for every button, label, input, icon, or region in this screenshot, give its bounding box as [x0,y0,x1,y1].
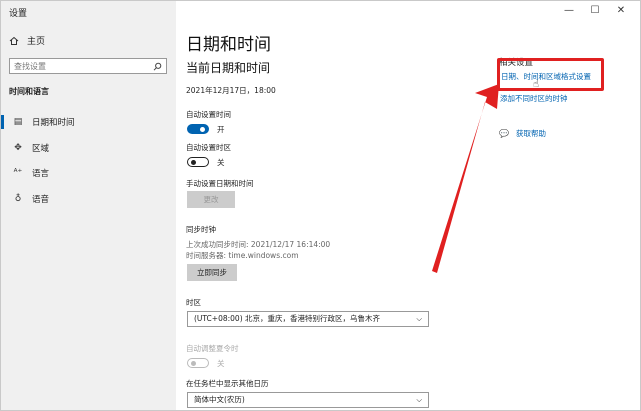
add-clocks-link[interactable]: 添加不同时区的时钟 [500,93,568,104]
section-heading: 时间和语言 [9,87,49,96]
home-label: 主页 [27,37,46,47]
search-placeholder: 查找设置 [14,61,46,71]
minimize-button[interactable]: — [556,3,582,19]
home-icon [9,36,19,45]
taskbar-calendar-value: 简体中文(农历) [194,395,245,404]
language-icon: ᴬ⁺ [13,168,23,178]
app-title: 设置 [9,9,28,19]
toggle-knob [200,126,205,132]
current-datetime: 2021年12月17日，18:00 [186,86,276,95]
maximize-button[interactable]: ☐ [582,3,608,19]
search-input[interactable]: 查找设置 [9,58,167,74]
region-icon: ✥ [14,143,22,153]
search-icon [153,62,162,71]
sidebar-item-speech[interactable]: ♁ 语音 [1,189,176,209]
main-pane: — ☐ ✕ 日期和时间 当前日期和时间 2021年12月17日，18:00 自动… [176,1,640,410]
sidebar-item-label: 区域 [32,144,50,154]
page-title: 日期和时间 [186,35,271,55]
toggle-knob [191,360,196,366]
auto-time-label: 自动设置时间 [186,110,231,119]
get-help-link[interactable]: 💬 获取帮助 [499,128,546,139]
auto-zone-toggle[interactable] [187,157,209,167]
sidebar-item-label: 语音 [32,195,50,205]
highlight-box [497,58,604,91]
dst-toggle[interactable] [187,358,209,368]
sync-last-time: 上次成功同步时间: 2021/12/17 16:14:00 [186,240,331,249]
settings-window: 设置 主页 查找设置 时间和语言 ▤ 日期和时间 ✥ 区域 ᴬ⁺ 语言 ♁ 语音… [0,0,641,411]
dst-state: 关 [217,359,225,368]
taskbar-calendar-label: 在任务栏中显示其他日历 [186,379,269,388]
sync-now-button[interactable]: 立即同步 [187,264,237,281]
current-datetime-heading: 当前日期和时间 [186,61,271,75]
get-help-label: 获取帮助 [515,129,546,138]
sidebar-item-label: 语言 [32,169,50,179]
sidebar-item-date-time[interactable]: ▤ 日期和时间 [1,112,176,132]
auto-time-state: 开 [217,125,225,134]
sync-server: 时间服务器: time.windows.com [186,251,299,260]
window-controls: — ☐ ✕ [556,3,634,19]
close-button[interactable]: ✕ [608,3,634,19]
sidebar: 设置 主页 查找设置 时间和语言 ▤ 日期和时间 ✥ 区域 ᴬ⁺ 语言 ♁ 语音 [1,1,176,410]
dst-label: 自动调整夏令时 [186,344,239,353]
manual-time-label: 手动设置日期和时间 [186,179,254,188]
calendar-icon: ▤ [13,117,23,127]
microphone-icon: ♁ [14,194,22,204]
taskbar-calendar-select[interactable]: 简体中文(农历) ⌵ [187,392,429,408]
timezone-value: (UTC+08:00) 北京，重庆，香港特别行政区，乌鲁木齐 [194,314,381,323]
timezone-select[interactable]: (UTC+08:00) 北京，重庆，香港特别行政区，乌鲁木齐 ⌵ [187,311,429,327]
toggle-knob [191,159,196,165]
auto-zone-label: 自动设置时区 [186,143,231,152]
auto-zone-state: 关 [217,158,225,167]
chevron-down-icon: ⌵ [416,395,422,404]
sidebar-item-label: 日期和时间 [32,118,75,128]
chevron-down-icon: ⌵ [416,314,422,323]
timezone-label: 时区 [186,298,201,307]
sidebar-item-region[interactable]: ✥ 区域 [1,138,176,158]
auto-time-toggle[interactable] [187,124,209,134]
sidebar-item-language[interactable]: ᴬ⁺ 语言 [1,163,176,183]
change-button[interactable]: 更改 [187,191,235,208]
chat-help-icon: 💬 [499,129,509,138]
home-nav[interactable]: 主页 [9,34,45,47]
sync-heading: 同步时钟 [186,225,216,234]
